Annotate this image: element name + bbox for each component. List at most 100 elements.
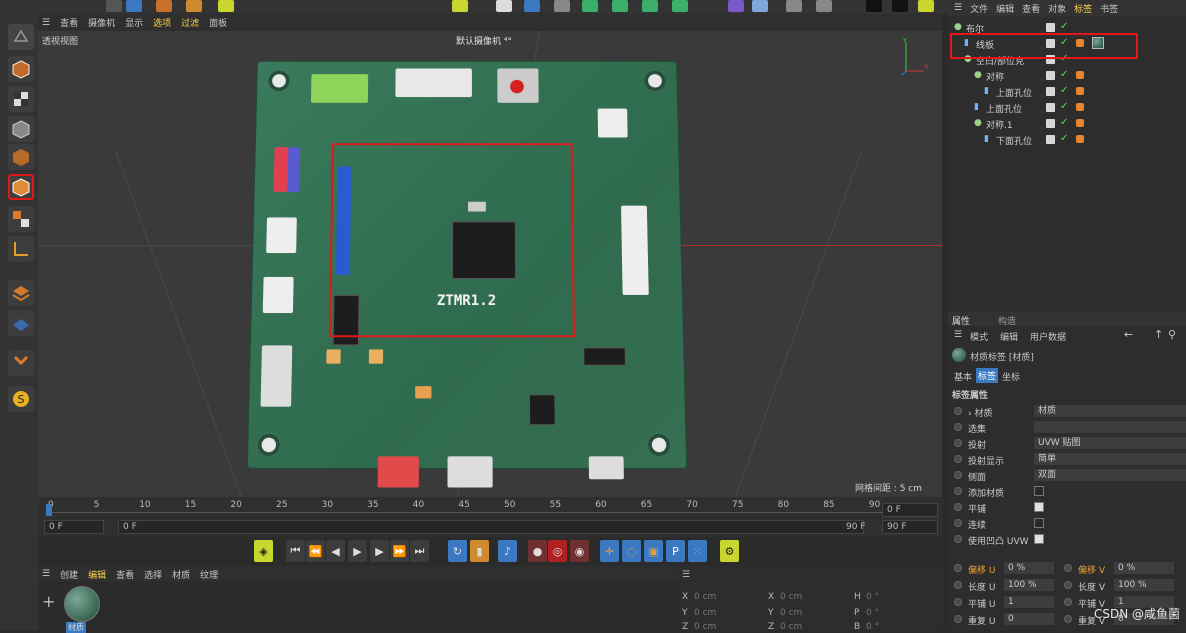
menu-edit[interactable]: 编辑 — [88, 568, 106, 581]
right-frame-field[interactable]: 0 F — [882, 503, 938, 517]
menu-file[interactable]: 文件 — [970, 2, 988, 15]
coord-rot-b-value[interactable]: 0 ° — [866, 622, 879, 632]
move-tool-icon[interactable] — [106, 0, 122, 12]
next-frame-icon[interactable]: ▶ — [370, 540, 389, 562]
attr-field[interactable]: 材质 — [1034, 405, 1186, 417]
menu-edit[interactable]: 编辑 — [1000, 330, 1018, 343]
current-frame-field[interactable]: 0 F — [118, 520, 864, 534]
material-thumbnail[interactable] — [64, 586, 100, 622]
prev-key-icon[interactable]: ⏪ — [306, 540, 325, 562]
rotate-key-icon[interactable]: ◌ — [622, 540, 641, 562]
object-name[interactable]: 对称 — [986, 70, 1004, 83]
layout-icon[interactable] — [816, 0, 832, 12]
loop-icon[interactable]: ↻ — [448, 540, 467, 562]
nurbs-icon[interactable] — [554, 0, 570, 12]
coord-rot-h-value[interactable]: 0 ° — [866, 592, 879, 602]
snap-button[interactable] — [8, 280, 34, 306]
scene-icon[interactable] — [642, 0, 658, 12]
attr-field[interactable]: UVW 贴图 — [1034, 437, 1186, 449]
script-icon[interactable]: S — [8, 386, 34, 412]
menu-mode[interactable]: 模式 — [970, 330, 988, 343]
uv-mode-button[interactable] — [8, 206, 34, 232]
keyframe-icon[interactable]: ◈ — [254, 540, 273, 562]
auto-key-icon[interactable]: ◎ — [548, 540, 567, 562]
tag-icon[interactable] — [1076, 87, 1084, 95]
menu-user-data[interactable]: 用户数据 — [1030, 330, 1066, 343]
animate-radio[interactable] — [954, 423, 962, 431]
magnet-icon[interactable] — [8, 350, 34, 376]
floor-icon[interactable] — [752, 0, 768, 12]
subtab-basic[interactable]: 基本 — [954, 370, 972, 383]
animate-radio[interactable] — [954, 598, 962, 606]
animate-radio[interactable] — [954, 471, 962, 479]
prev-frame-icon[interactable]: ◀ — [326, 540, 345, 562]
visibility-check[interactable] — [1046, 23, 1055, 32]
search-icon[interactable]: ⚲ — [1168, 328, 1176, 341]
visibility-check[interactable] — [1046, 103, 1055, 112]
menu-edit[interactable]: 编辑 — [996, 2, 1014, 15]
attr-checkbox[interactable] — [1034, 502, 1044, 512]
object-mode-button[interactable] — [8, 116, 34, 142]
uv-field[interactable]: 100 % — [1114, 579, 1174, 591]
uv-field[interactable]: 0 % — [1114, 562, 1174, 574]
animate-radio[interactable] — [954, 519, 962, 527]
coords-menu-icon[interactable]: ☰ — [682, 570, 690, 580]
subtab-coords[interactable]: 坐标 — [1002, 370, 1020, 383]
attr-field[interactable] — [1034, 421, 1186, 433]
polygon-mode-button[interactable] — [8, 174, 34, 200]
workplane-button[interactable] — [8, 310, 34, 336]
menu-material[interactable]: 材质 — [172, 568, 190, 581]
object-name[interactable]: 对称.1 — [986, 118, 1013, 131]
perspective-viewport[interactable]: 透视视图 默认摄像机 ⁴° ZTMR1.2 Y — [38, 31, 942, 497]
tag-icon[interactable] — [1076, 71, 1084, 79]
menu-view[interactable]: 查看 — [60, 16, 78, 29]
record-mode-icon[interactable]: ▮ — [470, 540, 489, 562]
param-key-icon[interactable]: P — [666, 540, 685, 562]
grid-key-icon[interactable]: ⁙ — [688, 540, 707, 562]
animate-radio[interactable] — [954, 455, 962, 463]
animate-radio[interactable] — [954, 581, 962, 589]
attr-field[interactable]: 简单 — [1034, 453, 1186, 465]
visibility-check[interactable] — [1046, 135, 1055, 144]
points-mode-button[interactable] — [8, 144, 34, 170]
record-icon[interactable]: ● — [528, 540, 547, 562]
menu-filter[interactable]: 过滤 — [181, 16, 199, 29]
animate-radio[interactable] — [1064, 615, 1072, 623]
tag-icon[interactable] — [1076, 135, 1084, 143]
menu-display[interactable]: 显示 — [125, 16, 143, 29]
object-row[interactable]: ▮下面孔位✓ — [948, 132, 1186, 148]
sound-icon[interactable]: ♪ — [498, 540, 517, 562]
material-menu-icon[interactable]: ☰ — [42, 569, 50, 579]
animate-radio[interactable] — [954, 407, 962, 415]
tab-layers[interactable]: 构造 — [998, 314, 1016, 327]
key-icon[interactable]: ◉ — [570, 540, 589, 562]
coord-size-x-value[interactable]: 0 cm — [780, 592, 802, 602]
coord-rot-p-value[interactable]: 0 ° — [866, 608, 879, 618]
coord-pos-y-value[interactable]: 0 cm — [694, 608, 716, 618]
menu-panel[interactable]: 面板 — [209, 16, 227, 29]
visibility-check[interactable] — [1046, 119, 1055, 128]
uv-field[interactable]: 0 % — [1004, 562, 1054, 574]
enabled-check-icon[interactable]: ✓ — [1060, 85, 1068, 96]
attr-checkbox[interactable] — [1034, 518, 1044, 528]
enabled-check-icon[interactable]: ✓ — [1060, 69, 1068, 80]
tag-icon[interactable] — [1076, 119, 1084, 127]
enabled-check-icon[interactable]: ✓ — [1060, 117, 1068, 128]
next-key-icon[interactable]: ⏩ — [390, 540, 409, 562]
start-frame-field[interactable]: 0 F — [44, 520, 104, 534]
animate-radio[interactable] — [954, 487, 962, 495]
light-icon[interactable] — [728, 0, 744, 12]
attr-checkbox[interactable] — [1034, 534, 1044, 544]
object-row[interactable]: ▮上面孔位✓ — [948, 100, 1186, 116]
scale-key-icon[interactable]: ▣ — [644, 540, 663, 562]
object-row[interactable]: ●对称.1✓ — [948, 116, 1186, 132]
object-name[interactable]: 上面孔位 — [986, 102, 1022, 115]
animate-radio[interactable] — [954, 615, 962, 623]
menu-view[interactable]: 查看 — [1022, 2, 1040, 15]
attr-checkbox[interactable] — [1034, 486, 1044, 496]
end-frame-field[interactable]: 90 F — [882, 520, 938, 534]
animate-radio[interactable] — [954, 535, 962, 543]
go-end-icon[interactable]: ⏭ — [410, 540, 429, 562]
menu-tags[interactable]: 标签 — [1074, 2, 1092, 15]
object-menu-icon[interactable]: ☰ — [954, 3, 962, 13]
